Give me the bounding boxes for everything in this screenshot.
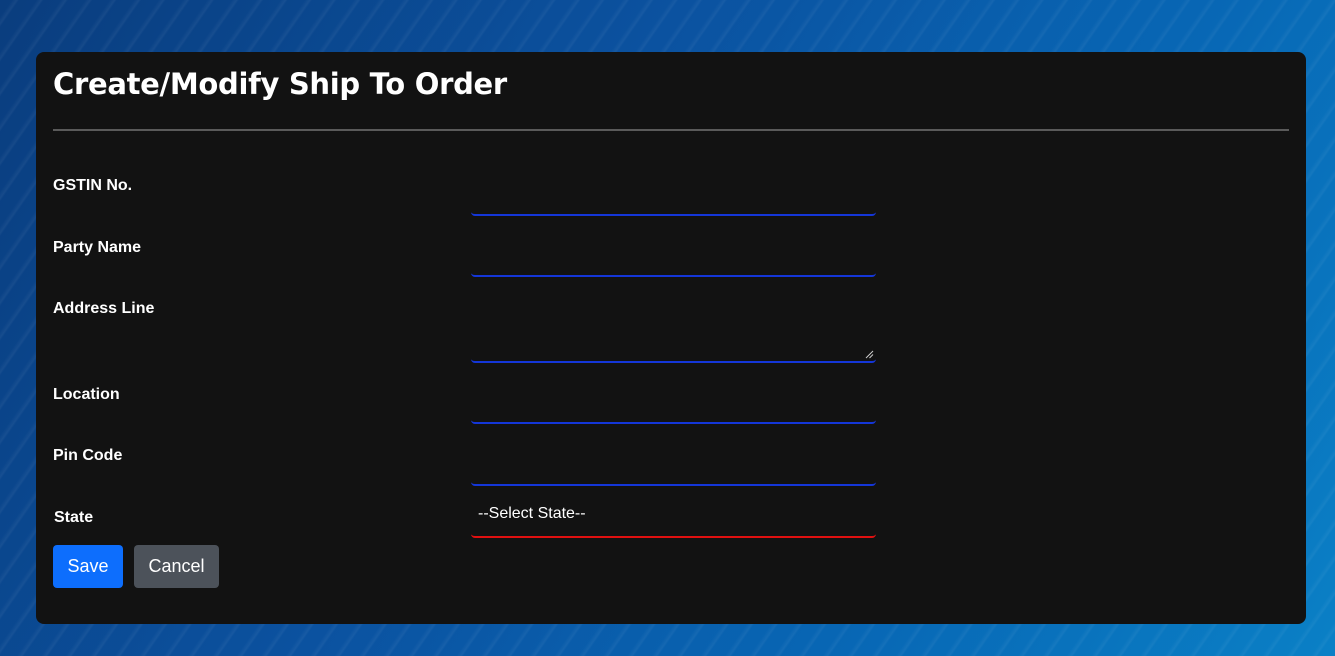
party-name-label: Party Name [53, 239, 142, 256]
gstin-label: GSTIN No. [53, 177, 133, 194]
location-input[interactable] [471, 386, 876, 424]
save-button[interactable]: Save [53, 545, 123, 588]
page-title: Create/Modify Ship To Order [53, 67, 507, 101]
address-line-label: Address Line [53, 300, 155, 317]
ship-to-order-form-card: Create/Modify Ship To Order GSTIN No. Pa… [36, 52, 1306, 624]
title-divider [53, 129, 1289, 131]
pin-code-input[interactable] [471, 448, 876, 486]
cancel-button[interactable]: Cancel [134, 545, 219, 588]
pin-code-label: Pin Code [53, 447, 123, 464]
address-line-textarea[interactable] [471, 297, 876, 363]
party-name-input[interactable] [471, 239, 876, 277]
resize-grip-icon[interactable] [865, 350, 874, 359]
state-label: State [54, 509, 94, 526]
state-select[interactable]: --Select State-- [471, 495, 876, 538]
location-label: Location [53, 386, 120, 403]
state-select-value: --Select State-- [478, 505, 586, 522]
gstin-input[interactable] [471, 178, 876, 216]
